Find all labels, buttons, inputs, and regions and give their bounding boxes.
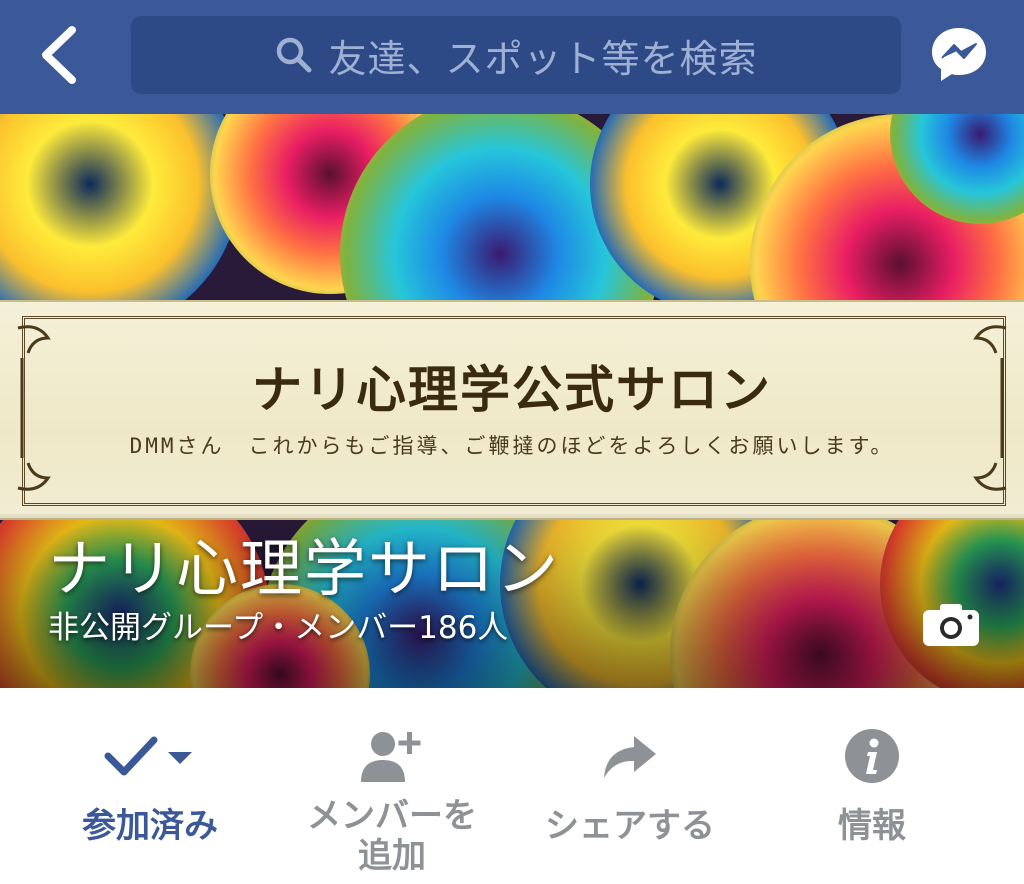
joined-button[interactable]: 参加済み <box>40 688 260 884</box>
add-member-label: メンバーを 追加 <box>307 796 477 876</box>
share-arrow-icon <box>604 736 656 778</box>
search-input[interactable]: 友達、スポット等を検索 <box>131 16 901 94</box>
back-button[interactable] <box>30 22 90 88</box>
banner-subtitle: DMMさん これからもご指導、ご鞭撻のほどをよろしくお願いします。 <box>129 434 895 458</box>
search-icon <box>277 37 312 73</box>
info-label: 情報 <box>838 806 906 846</box>
share-label: シェアする <box>545 806 715 846</box>
group-action-bar: 参加済み メンバーを 追加 シェアする 情報 <box>0 688 1024 884</box>
cover-banner: ナリ心理学公式サロン DMMさん これからもご指導、ご鞭撻のほどをよろしくお願い… <box>0 300 1024 520</box>
camera-icon <box>923 604 979 646</box>
share-button[interactable]: シェアする <box>520 688 740 884</box>
joined-label: 参加済み <box>82 806 218 846</box>
group-name: ナリ心理学サロン <box>48 532 561 605</box>
banner-title: ナリ心理学公式サロン <box>252 360 772 419</box>
chevron-left-icon <box>42 26 76 84</box>
info-button[interactable]: 情報 <box>762 688 982 884</box>
change-cover-button[interactable] <box>920 600 982 650</box>
group-privacy-member-count: 非公開グループ・メンバー186人 <box>48 610 509 646</box>
messenger-button[interactable] <box>928 24 990 86</box>
add-member-button[interactable]: メンバーを 追加 <box>282 688 502 884</box>
info-icon <box>845 729 899 783</box>
top-navigation-bar: 友達、スポット等を検索 <box>0 0 1024 114</box>
search-placeholder: 友達、スポット等を検索 <box>328 36 758 81</box>
group-cover-photo[interactable]: ナリ心理学公式サロン DMMさん これからもご指導、ご鞭撻のほどをよろしくお願い… <box>0 114 1024 688</box>
add-person-icon <box>361 732 421 782</box>
checkmark-dropdown-icon <box>104 736 192 776</box>
messenger-icon <box>932 28 986 81</box>
